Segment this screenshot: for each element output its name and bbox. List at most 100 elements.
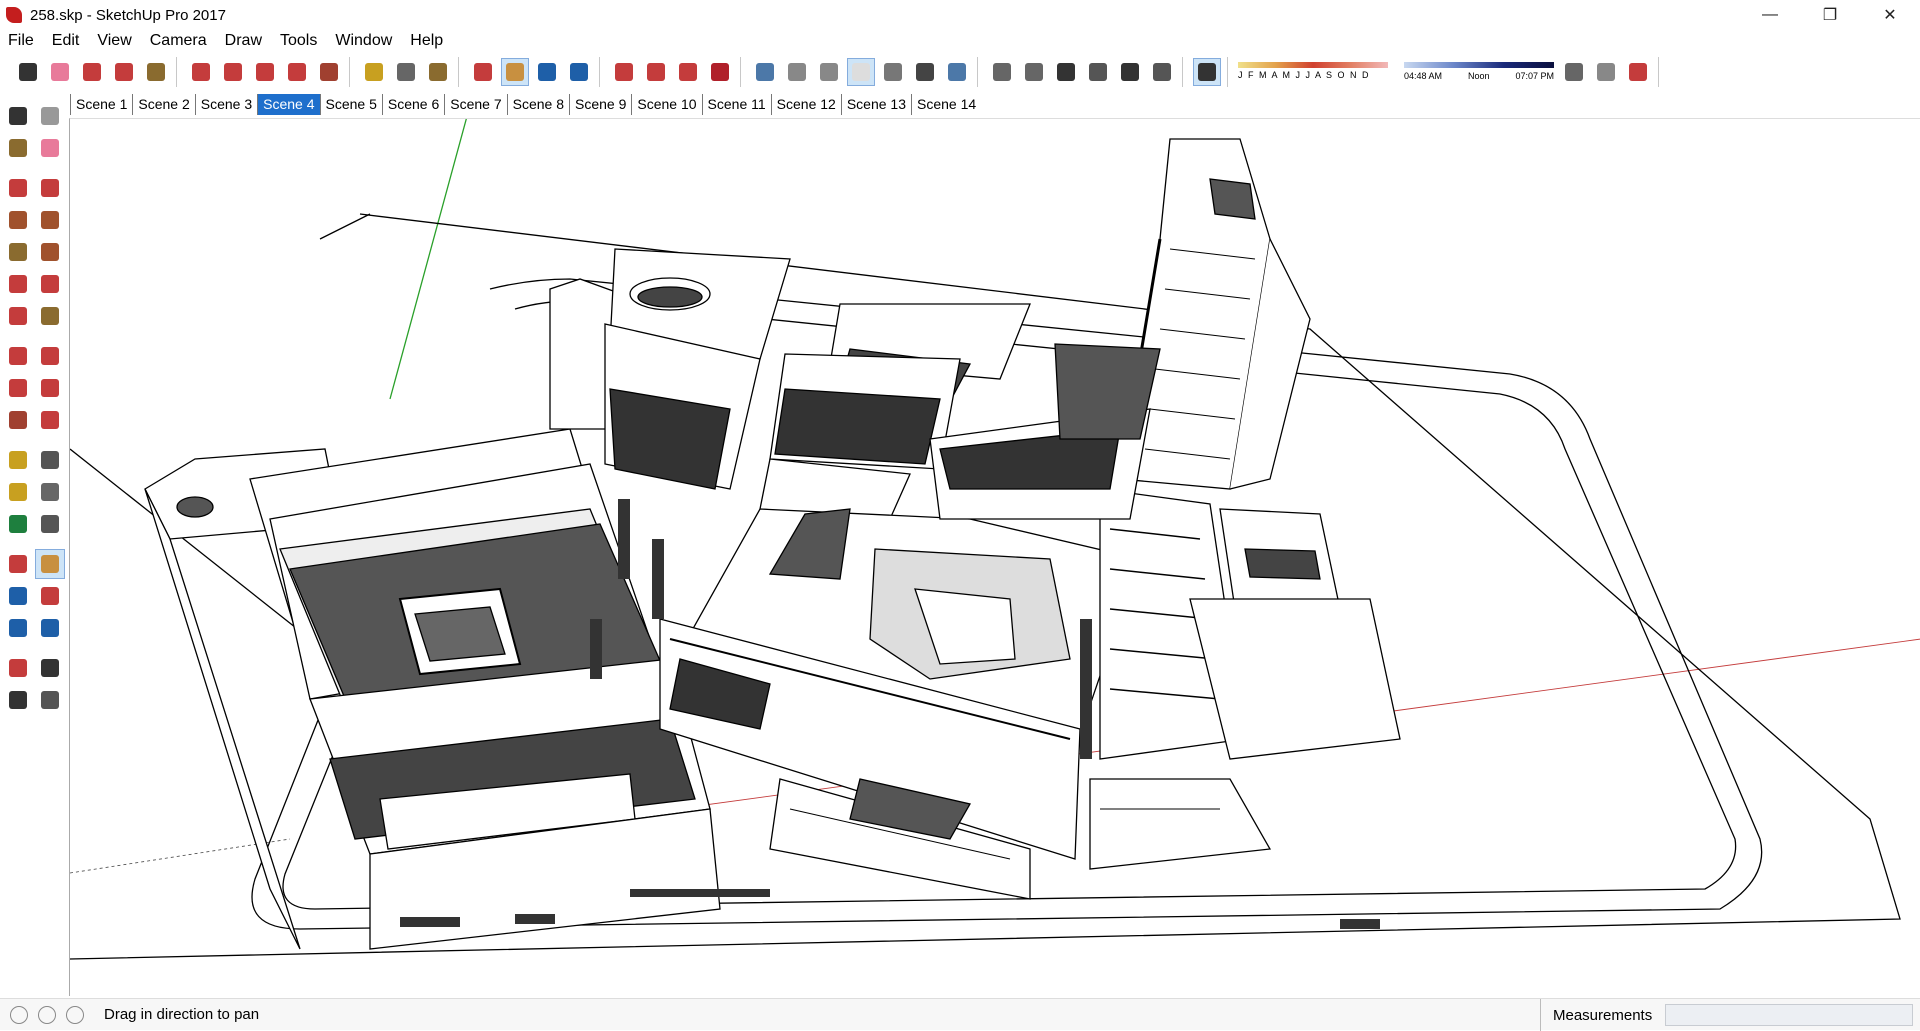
back-view-button[interactable]: [1116, 58, 1144, 86]
scale-button[interactable]: [315, 58, 343, 86]
shaded-button[interactable]: [879, 58, 907, 86]
front-view-button[interactable]: [1052, 58, 1080, 86]
pencil-button[interactable]: [78, 58, 106, 86]
zoom-extents-button[interactable]: [565, 58, 593, 86]
section-plane-button[interactable]: [35, 685, 65, 715]
dimension-button[interactable]: [35, 445, 65, 475]
push-pull-button[interactable]: [1624, 58, 1652, 86]
follow-me-button[interactable]: [35, 373, 65, 403]
look-around-button[interactable]: [35, 653, 65, 683]
scene-tab-13[interactable]: Scene 13: [840, 93, 911, 115]
credits-icon[interactable]: [38, 1005, 56, 1024]
position-camera-button[interactable]: [3, 653, 33, 683]
pie-button[interactable]: [35, 301, 65, 331]
zoom-extents-button[interactable]: [3, 613, 33, 643]
menu-help[interactable]: Help: [401, 30, 452, 52]
rotate-button[interactable]: [283, 58, 311, 86]
wireframe-button[interactable]: [815, 58, 843, 86]
axes-button[interactable]: [3, 509, 33, 539]
tape-measure-button[interactable]: [360, 58, 388, 86]
menu-view[interactable]: View: [88, 30, 140, 52]
scene-tab-5[interactable]: Scene 5: [319, 93, 382, 115]
hidden-line-button[interactable]: [847, 58, 875, 86]
offset-button[interactable]: [35, 405, 65, 435]
measurements-input[interactable]: [1665, 1004, 1913, 1026]
scene-tab-3[interactable]: Scene 3: [194, 93, 257, 115]
eraser-button[interactable]: [46, 58, 74, 86]
menu-window[interactable]: Window: [326, 30, 401, 52]
freehand-button[interactable]: [35, 173, 65, 203]
menu-draw[interactable]: Draw: [216, 30, 271, 52]
three-point-arc-button[interactable]: [3, 301, 33, 331]
textured-button[interactable]: [911, 58, 939, 86]
move-button[interactable]: [3, 341, 33, 371]
component-button[interactable]: [35, 101, 65, 131]
scale-button[interactable]: [3, 405, 33, 435]
3d-text-button[interactable]: [35, 509, 65, 539]
paint-bucket-button[interactable]: [142, 58, 170, 86]
zoom-button[interactable]: [533, 58, 561, 86]
scene-tab-12[interactable]: Scene 12: [770, 93, 841, 115]
scene-tab-14[interactable]: Scene 14: [911, 93, 981, 115]
sketchup-button[interactable]: [674, 58, 702, 86]
back-edges-button[interactable]: [783, 58, 811, 86]
right-view-button[interactable]: [1084, 58, 1112, 86]
pan-button[interactable]: [35, 549, 65, 579]
text-button[interactable]: [35, 477, 65, 507]
paint-bucket-button[interactable]: [3, 133, 33, 163]
menu-camera[interactable]: Camera: [141, 30, 216, 52]
zoom-button[interactable]: [3, 581, 33, 611]
push-pull-button[interactable]: [187, 58, 215, 86]
geolocation-icon[interactable]: [10, 1005, 28, 1024]
walk-button[interactable]: [3, 685, 33, 715]
menu-tools[interactable]: Tools: [271, 30, 326, 52]
monochrome-button[interactable]: [943, 58, 971, 86]
select-button[interactable]: [14, 58, 42, 86]
top-view-button[interactable]: [1020, 58, 1048, 86]
xray-button[interactable]: [751, 58, 779, 86]
warehouse-button[interactable]: [610, 58, 638, 86]
scene-tab-7[interactable]: Scene 7: [444, 93, 506, 115]
close-button[interactable]: ✕: [1860, 0, 1920, 30]
scene-tab-10[interactable]: Scene 10: [631, 93, 701, 115]
ruby-button[interactable]: [706, 58, 734, 86]
line-button[interactable]: [3, 173, 33, 203]
paint-button[interactable]: [424, 58, 452, 86]
maximize-button[interactable]: ❐: [1800, 0, 1860, 30]
arc-button[interactable]: [110, 58, 138, 86]
pan-button[interactable]: [501, 58, 529, 86]
user-icon[interactable]: [66, 1005, 84, 1024]
rectangle-button[interactable]: [3, 205, 33, 235]
time-slider[interactable]: 04:48 AM Noon 07:07 PM: [1404, 60, 1554, 84]
circle-button[interactable]: [3, 237, 33, 267]
eraser-button[interactable]: [35, 133, 65, 163]
iso-view-button[interactable]: [988, 58, 1016, 86]
drawing-viewport[interactable]: [69, 118, 1920, 996]
extension-button[interactable]: [642, 58, 670, 86]
left-view-button[interactable]: [1148, 58, 1176, 86]
iso-view-button[interactable]: [1560, 58, 1588, 86]
previous-view-button[interactable]: [35, 613, 65, 643]
rotated-rectangle-button[interactable]: [35, 205, 65, 235]
polygon-button[interactable]: [35, 237, 65, 267]
select-button[interactable]: [3, 101, 33, 131]
scene-tab-1[interactable]: Scene 1: [70, 93, 132, 115]
scene-tab-6[interactable]: Scene 6: [381, 93, 444, 115]
push-pull-button[interactable]: [35, 341, 65, 371]
arc-button[interactable]: [3, 269, 33, 299]
scene-tab-11[interactable]: Scene 11: [701, 93, 771, 115]
rotate-button[interactable]: [3, 373, 33, 403]
menu-edit[interactable]: Edit: [43, 30, 89, 52]
protractor-button[interactable]: [3, 477, 33, 507]
scene-tab-2[interactable]: Scene 2: [132, 93, 194, 115]
orbit-button[interactable]: [469, 58, 497, 86]
minimize-button[interactable]: —: [1740, 0, 1800, 30]
zoom-window-button[interactable]: [35, 581, 65, 611]
text-button[interactable]: [392, 58, 420, 86]
back-edges-button[interactable]: [1592, 58, 1620, 86]
scene-tab-4[interactable]: Scene 4: [257, 93, 320, 115]
scene-tab-8[interactable]: Scene 8: [506, 93, 569, 115]
two-point-arc-button[interactable]: [35, 269, 65, 299]
offset-button[interactable]: [219, 58, 247, 86]
scene-tab-9[interactable]: Scene 9: [569, 93, 631, 115]
